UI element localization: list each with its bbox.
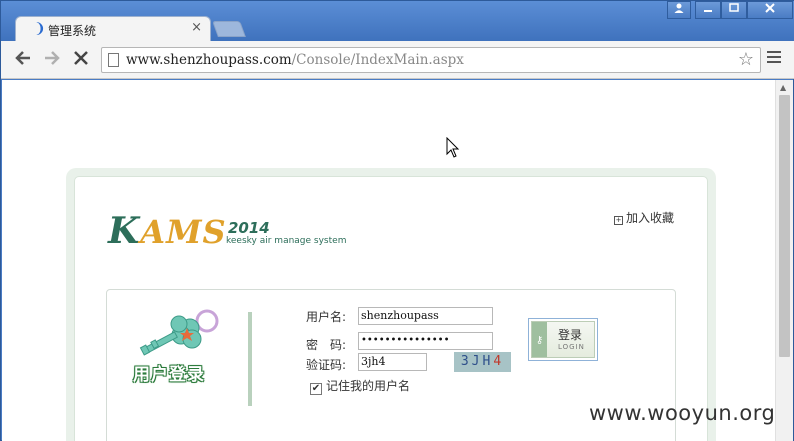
lock-icon: ⚷ <box>532 322 547 357</box>
browser-window: ❩ 管理系统 × www.shenzhoupass.com/Console/In… <box>0 0 794 441</box>
address-bar[interactable]: www.shenzhoupass.com/Console/IndexMain.a… <box>101 47 761 73</box>
loading-spinner-icon: ❩ <box>34 21 46 37</box>
maximize-button[interactable] <box>721 1 747 19</box>
password-input[interactable]: ••••••••••••••• <box>358 332 493 350</box>
tab-strip: ❩ 管理系统 × <box>1 1 794 42</box>
page-content: KAMS 2014 keesky air manage system + 加入收藏 <box>2 80 775 441</box>
menu-icon[interactable] <box>767 51 781 67</box>
bookmark-star-icon[interactable]: ☆ <box>738 49 754 70</box>
scroll-thumb[interactable] <box>779 95 790 357</box>
forward-arrow-icon[interactable] <box>41 49 63 71</box>
add-bookmark-link[interactable]: + 加入收藏 <box>614 209 674 226</box>
window-close-button[interactable] <box>747 1 793 19</box>
captcha-label: 验证码: <box>306 358 347 372</box>
password-label: 密 码: <box>306 338 347 352</box>
login-caption: 用户登录 <box>133 365 205 385</box>
kams-logo: KAMS 2014 keesky air manage system <box>108 210 347 252</box>
divider <box>248 312 252 406</box>
remember-label: 记住我的用户名 <box>326 379 411 393</box>
url-host: www.shenzhoupass.com <box>126 52 292 68</box>
stop-icon[interactable] <box>70 49 92 71</box>
mouse-cursor-icon <box>446 136 460 163</box>
captcha-input[interactable]: 3jh4 <box>358 353 427 371</box>
login-button[interactable]: ⚷ 登录 LOGIN <box>528 318 598 361</box>
vertical-scrollbar[interactable]: ▲ <box>775 80 793 441</box>
username-input[interactable]: shenzhoupass <box>358 307 493 325</box>
back-arrow-icon[interactable] <box>12 49 34 71</box>
page-icon <box>108 53 119 67</box>
browser-toolbar: www.shenzhoupass.com/Console/IndexMain.a… <box>1 41 794 79</box>
scroll-up-icon[interactable]: ▲ <box>780 83 786 92</box>
watermark: www.wooyun.org <box>589 401 776 425</box>
remember-checkbox[interactable]: ✔ <box>310 383 322 395</box>
url-path: /Console/IndexMain.aspx <box>291 52 464 68</box>
username-label: 用户名: <box>306 310 347 324</box>
tab-close-icon[interactable]: × <box>191 20 202 35</box>
tab-active[interactable]: ❩ 管理系统 × <box>15 16 211 42</box>
url-text: www.shenzhoupass.com/Console/IndexMain.a… <box>126 52 464 68</box>
plus-icon: + <box>614 216 623 225</box>
user-profile-icon[interactable] <box>667 1 691 19</box>
remember-me[interactable]: ✔ 记住我的用户名 <box>310 377 410 395</box>
minimize-button[interactable] <box>695 1 721 19</box>
tab-title: 管理系统 <box>48 24 97 38</box>
new-tab-button[interactable] <box>212 21 246 37</box>
captcha-image[interactable]: 3JH4 <box>454 352 511 372</box>
